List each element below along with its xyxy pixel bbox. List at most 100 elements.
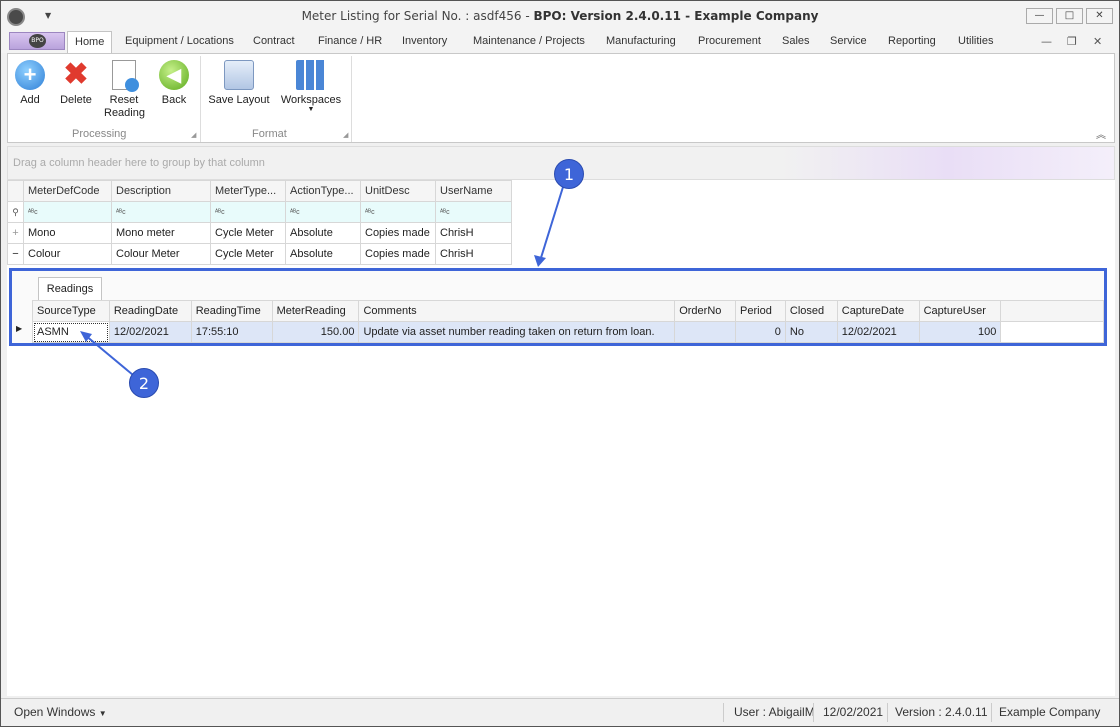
workspaces-button[interactable]: Workspaces ▼ [280,60,342,113]
tab-home[interactable]: Home [67,31,113,54]
mdi-minimize-icon[interactable]: — [1041,35,1052,48]
filter-cell[interactable]: ᴬᴮc [435,201,512,223]
meter-grid-area: MeterDefCode Description MeterType... Ac… [7,180,1115,696]
cell-metertype[interactable]: Cycle Meter [210,222,286,244]
save-layout-icon [224,60,254,90]
cell-period[interactable]: 0 [735,321,786,343]
status-divider [813,703,814,722]
chevron-down-icon: ▼ [98,709,107,718]
column-header-meterreading[interactable]: MeterReading [271,300,360,322]
cell-username[interactable]: ChrisH [435,243,512,265]
filter-cell[interactable]: ᴬᴮc [111,201,211,223]
column-header-comments[interactable]: Comments [358,300,676,322]
column-header-meterdefcode[interactable]: MeterDefCode [23,180,112,202]
status-divider [723,703,724,722]
open-windows-menu[interactable]: Open Windows ▼ [14,705,107,719]
tab-contract[interactable]: Contract [253,35,295,47]
filter-cell[interactable]: ᴬᴮc [360,201,436,223]
cell-readingtime[interactable]: 17:55:10 [190,321,273,343]
cell-username[interactable]: ChrisH [435,222,512,244]
cell-meterdefcode[interactable]: Colour [23,243,112,265]
add-button[interactable]: + Add [14,60,46,106]
tab-manufacturing[interactable]: Manufacturing [606,35,676,47]
cell-actiontype[interactable]: Absolute [285,243,361,265]
tab-reporting[interactable]: Reporting [888,35,936,47]
delete-button[interactable]: ✖ Delete [58,58,94,107]
expand-row-icon[interactable]: + [7,222,24,244]
cell-description[interactable]: Mono meter [111,222,211,244]
tab-readings[interactable]: Readings [38,277,102,301]
cell-meterdefcode[interactable]: Mono [23,222,112,244]
empty-header [1000,300,1104,322]
readings-grid: SourceType ReadingDate ReadingTime Meter… [32,300,1104,343]
meter-grid-header: MeterDefCode Description MeterType... Ac… [7,180,512,202]
file-menu-button[interactable]: BPO [9,32,65,50]
close-button[interactable]: ✕ [1086,8,1113,24]
cell-actiontype[interactable]: Absolute [285,222,361,244]
cell-capturedate[interactable]: 12/02/2021 [836,321,920,343]
cell-meterreading[interactable]: 150.00 [271,321,360,343]
tab-procurement[interactable]: Procurement [698,35,761,47]
maximize-button[interactable]: □ [1056,8,1083,24]
back-button[interactable]: ◀ Back [158,60,190,106]
group-divider [351,56,352,142]
row-indicator-icon: ▶ [16,324,23,333]
delete-label: Delete [60,94,92,106]
column-header-metertype[interactable]: MeterType... [210,180,286,202]
tab-equipment-locations[interactable]: Equipment / Locations [125,35,234,47]
table-row[interactable]: + Mono Mono meter Cycle Meter Absolute C… [7,222,512,244]
mdi-close-icon[interactable]: ✕ [1093,35,1102,48]
column-header-readingdate[interactable]: ReadingDate [108,300,192,322]
format-launcher-icon[interactable]: ◢ [343,131,348,139]
column-header-unitdesc[interactable]: UnitDesc [360,180,436,202]
processing-launcher-icon[interactable]: ◢ [191,131,196,139]
cell-unitdesc[interactable]: Copies made [360,243,436,265]
tab-service[interactable]: Service [830,35,867,47]
column-header-capturedate[interactable]: CaptureDate [836,300,920,322]
column-header-actiontype[interactable]: ActionType... [285,180,361,202]
meter-grid: MeterDefCode Description MeterType... Ac… [7,180,512,265]
back-arrow-icon: ◀ [159,60,189,90]
collapse-ribbon-icon[interactable]: ︽ [1096,126,1106,141]
save-layout-button[interactable]: Save Layout [208,60,270,106]
filter-cell[interactable]: ᴬᴮc [23,201,112,223]
minimize-button[interactable]: — [1026,8,1053,24]
status-version: Version : 2.4.0.11 [895,705,988,719]
back-label: Back [161,94,187,106]
cell-comments[interactable]: Update via asset number reading taken on… [358,321,676,343]
tab-utilities[interactable]: Utilities [958,35,993,47]
tab-sales[interactable]: Sales [782,35,810,47]
cell-metertype[interactable]: Cycle Meter [210,243,286,265]
reset-reading-button[interactable]: Reset Reading [104,60,145,120]
column-header-readingtime[interactable]: ReadingTime [190,300,273,322]
filter-cell[interactable]: ᴬᴮc [210,201,286,223]
cell-closed[interactable]: No [784,321,838,343]
cell-description[interactable]: Colour Meter [111,243,211,265]
collapse-row-icon[interactable]: − [7,243,24,265]
column-header-username[interactable]: UserName [435,180,512,202]
window-title: Meter Listing for Serial No. : asdf456 -… [301,9,819,23]
tab-inventory[interactable]: Inventory [402,35,447,47]
tab-finance-hr[interactable]: Finance / HR [318,35,382,47]
mdi-restore-icon[interactable]: ❐ [1067,35,1077,48]
column-header-sourcetype[interactable]: SourceType [32,300,110,322]
format-group-label: Format [252,128,287,140]
filter-cell[interactable]: ᴬᴮc [285,201,361,223]
workspaces-dropdown-icon: ▼ [307,106,315,113]
cell-unitdesc[interactable]: Copies made [360,222,436,244]
column-header-captureuser[interactable]: CaptureUser [918,300,1002,322]
table-row[interactable]: ASMN 12/02/2021 17:55:10 150.00 Update v… [32,321,1104,343]
cell-sourcetype[interactable]: ASMN [32,321,110,343]
column-header-closed[interactable]: Closed [784,300,838,322]
delete-x-icon: ✖ [63,58,89,91]
column-header-period[interactable]: Period [735,300,786,322]
column-header-description[interactable]: Description [111,180,211,202]
cell-captureuser[interactable]: 100 [918,321,1002,343]
tab-maintenance-projects[interactable]: Maintenance / Projects [473,35,585,47]
group-by-hint: Drag a column header here to group by th… [13,157,265,169]
column-header-orderno[interactable]: OrderNo [674,300,737,322]
table-row[interactable]: − Colour Colour Meter Cycle Meter Absolu… [7,243,512,265]
cell-orderno[interactable] [674,321,737,343]
reset-reading-label: Reset Reading [104,94,145,119]
cell-readingdate[interactable]: 12/02/2021 [108,321,192,343]
